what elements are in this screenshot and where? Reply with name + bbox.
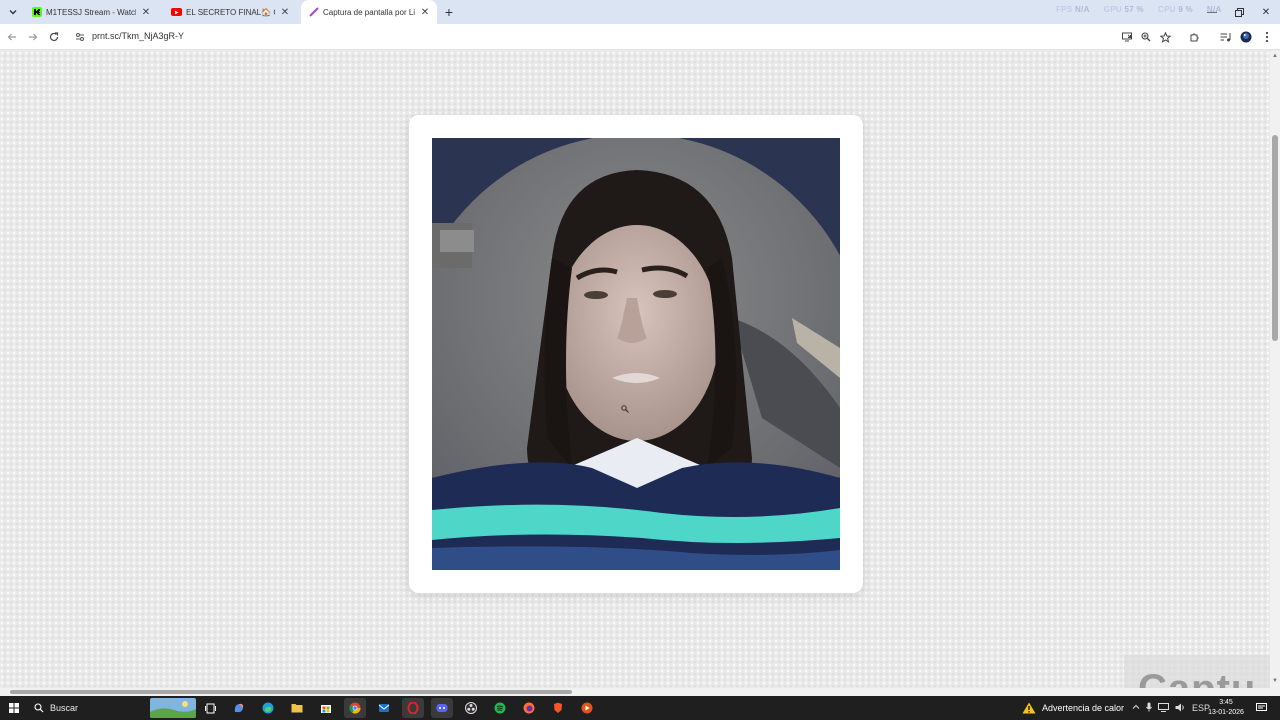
magnifier-cursor-icon <box>621 405 629 413</box>
notification-bell-icon[interactable] <box>1253 700 1269 716</box>
lightshot-watermark: Captu <box>1124 655 1270 688</box>
firefox-icon[interactable] <box>518 698 540 718</box>
back-arrow-icon[interactable] <box>3 28 21 46</box>
media-controls-icon[interactable] <box>1216 28 1234 46</box>
install-app-icon[interactable] <box>1118 28 1136 46</box>
opera-icon[interactable] <box>402 698 424 718</box>
browser-toolbar: prnt.sc/Tkm_NjA3gR-Y <box>0 24 1280 50</box>
tab-strip: M1TESSJ Stream - Watch Live o ✕ EL SECRE… <box>0 0 1280 24</box>
search-icon <box>34 703 44 713</box>
close-icon[interactable]: ✕ <box>419 6 431 18</box>
horizontal-scrollbar-thumb[interactable] <box>10 690 572 694</box>
screenshot-image[interactable] <box>432 138 840 570</box>
spotify-icon[interactable] <box>489 698 511 718</box>
cpu-readout: CPU 9 % <box>1157 5 1193 14</box>
volume-icon[interactable] <box>1175 703 1186 714</box>
obs-studio-icon[interactable] <box>460 698 482 718</box>
copilot-icon[interactable] <box>228 698 250 718</box>
horizontal-scrollbar[interactable] <box>0 688 1280 696</box>
microsoft-store-icon[interactable] <box>315 698 337 718</box>
tab-label: M1TESSJ Stream - Watch Live o <box>46 7 136 17</box>
brave-icon[interactable] <box>547 698 569 718</box>
weather-widget-icon[interactable] <box>150 698 196 718</box>
heat-warning-notice[interactable]: Advertencia de calor <box>1022 698 1124 718</box>
extensions-icon[interactable] <box>1185 28 1203 46</box>
clock-time: 3:45 <box>1219 699 1233 706</box>
close-window-icon[interactable]: ✕ <box>1253 0 1279 24</box>
chrome-icon[interactable] <box>344 698 366 718</box>
bookmark-star-icon[interactable] <box>1156 28 1174 46</box>
new-tab-plus-icon[interactable]: + <box>440 3 458 21</box>
performance-overlay: FPS N/A GPU 57 % CPU 9 % N/A <box>1056 5 1222 14</box>
search-label: Buscar <box>50 703 79 713</box>
vertical-scrollbar[interactable]: ▲ ▼ <box>1270 51 1280 688</box>
site-info-icon[interactable] <box>71 28 89 46</box>
close-icon[interactable]: ✕ <box>140 6 152 18</box>
profile-avatar[interactable] <box>1237 28 1255 46</box>
scroll-down-arrow-icon[interactable]: ▼ <box>1272 678 1278 684</box>
microphone-icon[interactable] <box>1146 702 1152 714</box>
kick-icon <box>32 7 42 17</box>
file-explorer-icon[interactable] <box>286 698 308 718</box>
media-player-icon[interactable] <box>576 698 598 718</box>
edge-browser-icon[interactable] <box>257 698 279 718</box>
scrollbar-thumb[interactable] <box>1272 135 1278 341</box>
warning-triangle-icon <box>1022 702 1036 714</box>
watermark-text: Captu <box>1138 667 1256 688</box>
taskbar-search[interactable]: Buscar <box>28 698 144 718</box>
network-icon[interactable] <box>1158 702 1169 714</box>
selfie-photo <box>432 138 840 570</box>
tab-search-chevron-icon[interactable] <box>4 3 22 21</box>
menu-kebab-icon[interactable] <box>1258 28 1276 46</box>
windows-start-icon[interactable] <box>3 698 25 718</box>
task-view-icon[interactable] <box>199 698 221 718</box>
outlook-icon[interactable] <box>373 698 395 718</box>
heat-warning-label: Advertencia de calor <box>1042 703 1125 713</box>
forward-arrow-icon[interactable] <box>24 28 42 46</box>
lightshot-icon <box>309 7 319 17</box>
minimize-icon[interactable]: — <box>1199 0 1225 24</box>
page-content: Captu <box>0 51 1270 688</box>
zoom-icon[interactable] <box>1137 28 1155 46</box>
gpu-readout: GPU 57 % <box>1103 5 1144 14</box>
restore-icon[interactable] <box>1226 0 1252 24</box>
clock-date: 13-01-2026 <box>1208 709 1244 716</box>
tab-label: Captura de pantalla por Lightsh <box>323 7 415 17</box>
tab-lightshot-capture[interactable]: Captura de pantalla por Lightsh ✕ <box>301 0 437 24</box>
clock[interactable]: 3:45 13-01-2026 <box>1206 698 1246 718</box>
system-tray: ESP <box>1132 698 1210 718</box>
windows-taskbar: Buscar Advertencia de calor ESP 3:45 13-… <box>0 696 1280 720</box>
address-bar[interactable]: prnt.sc/Tkm_NjA3gR-Y <box>92 31 184 41</box>
youtube-icon <box>171 8 182 16</box>
reload-icon[interactable] <box>45 28 63 46</box>
tab-kick-stream[interactable]: M1TESSJ Stream - Watch Live o ✕ <box>24 0 158 24</box>
tab-label: EL SECRETO FINAL🏠 Capítulo <box>186 7 275 17</box>
screenshot-card <box>409 115 863 593</box>
fps-readout: FPS N/A <box>1056 5 1090 14</box>
close-icon[interactable]: ✕ <box>279 6 291 18</box>
chevron-up-icon[interactable] <box>1132 703 1140 713</box>
scroll-up-arrow-icon[interactable]: ▲ <box>1272 53 1278 59</box>
tab-youtube-video[interactable]: EL SECRETO FINAL🏠 Capítulo ✕ <box>163 0 297 24</box>
discord-icon[interactable] <box>431 698 453 718</box>
